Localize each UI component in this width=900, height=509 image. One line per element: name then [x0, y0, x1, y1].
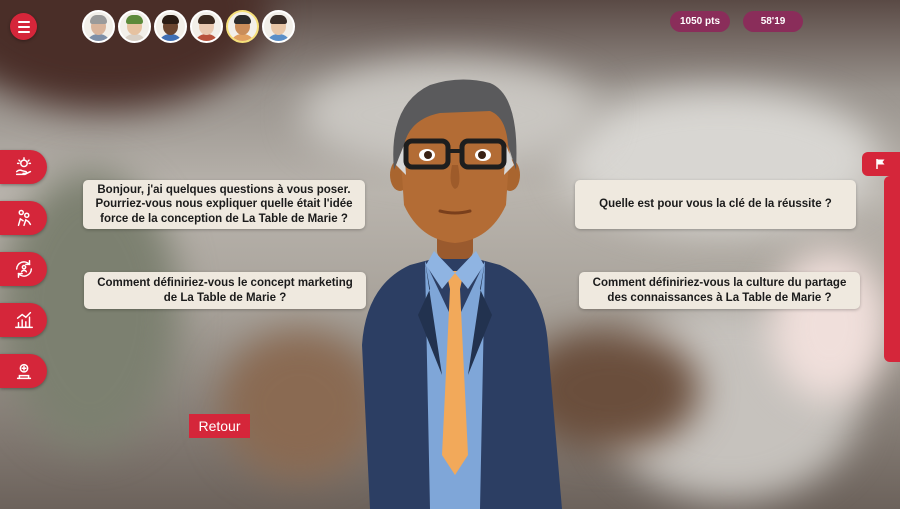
lightbulb-hand-icon[interactable] — [0, 150, 47, 184]
question-bubble-culture-partage[interactable]: Comment définiriez-vous la culture du pa… — [579, 272, 860, 309]
award-ribbon-icon[interactable] — [0, 354, 47, 388]
flag-icon[interactable] — [862, 152, 900, 176]
timer-badge: 58'19 — [743, 11, 803, 32]
hamburger-menu-icon[interactable] — [10, 13, 37, 40]
avatar-character-2[interactable] — [118, 10, 151, 43]
avatar-character-5[interactable] — [226, 10, 259, 43]
trophy-chart-icon[interactable] — [0, 303, 47, 337]
avatar-character-4[interactable] — [190, 10, 223, 43]
avatar-character-3[interactable] — [154, 10, 187, 43]
side-panel-handle[interactable] — [884, 176, 900, 362]
avatar-character-1[interactable] — [82, 10, 115, 43]
character-businessman — [362, 79, 562, 509]
question-bubble-concept-marketing[interactable]: Comment définiriez-vous le concept marke… — [84, 272, 366, 309]
retour-button[interactable]: Retour — [189, 414, 250, 438]
side-toolbar — [0, 150, 47, 388]
character-avatars — [82, 10, 295, 43]
question-bubble-idee-force[interactable]: Bonjour, j'ai quelques questions à vous … — [83, 180, 365, 229]
team-people-icon[interactable] — [0, 201, 47, 235]
score-points-badge: 1050 pts — [670, 11, 730, 32]
question-bubble-cle-reussite[interactable]: Quelle est pour vous la clé de la réussi… — [575, 180, 856, 229]
avatar-character-6[interactable] — [262, 10, 295, 43]
refresh-people-icon[interactable] — [0, 252, 47, 286]
